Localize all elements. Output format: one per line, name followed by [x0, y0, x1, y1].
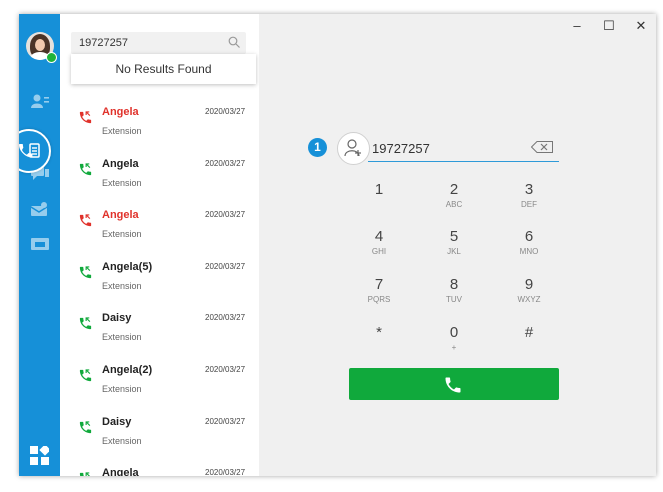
received-call-icon	[79, 472, 90, 476]
close-button[interactable]: ✕	[633, 18, 649, 34]
caller-name: Daisy	[102, 312, 132, 325]
sidebar	[19, 14, 60, 476]
dial-key-digit: #	[524, 324, 534, 341]
search-icon[interactable]	[228, 36, 240, 48]
dial-key-digit: 2	[449, 181, 459, 198]
call-list-item[interactable]: Daisy 2020/03/27 Extension	[60, 411, 259, 463]
call-button[interactable]	[349, 368, 559, 400]
call-list-item[interactable]: Daisy 2020/03/27 Extension	[60, 307, 259, 359]
received-call-icon	[79, 317, 92, 330]
dial-key-digit: 8	[449, 276, 459, 293]
conference-icon[interactable]	[31, 238, 49, 252]
received-call-icon	[79, 420, 92, 433]
dial-key-letters: PQRS	[367, 295, 391, 304]
dial-key-letters: JKL	[447, 247, 461, 256]
dial-key-digit: 0	[449, 324, 459, 341]
call-type: Extension	[102, 435, 142, 446]
apps-icon[interactable]	[30, 446, 49, 465]
dial-key-letters: DEF	[521, 200, 537, 209]
add-contact-icon	[344, 139, 361, 157]
call-date: 2020/03/27	[205, 365, 246, 374]
contacts-icon[interactable]	[31, 94, 49, 108]
call-list-item[interactable]: Angela2020/03/27Extension	[60, 462, 259, 476]
dial-number-input[interactable]	[372, 138, 522, 158]
dial-key[interactable]: 6 MNO	[501, 228, 557, 268]
dial-key-letters: WXYZ	[517, 295, 541, 304]
call-date: 2020/03/27	[205, 468, 246, 476]
app-window: No Results Found Angela 2020/03/27 Extensi…	[19, 14, 656, 476]
call-list-item[interactable]: Angela 2020/03/27 Extension	[60, 101, 259, 153]
call-date: 2020/03/27	[205, 210, 246, 220]
dial-key-digit: 4	[374, 228, 384, 245]
dial-key-letters: ABC	[445, 200, 463, 209]
missed-call-icon	[79, 214, 92, 227]
dial-key-digit: 3	[524, 181, 534, 198]
call-type: Extension	[102, 280, 142, 291]
caller-name: Angela(5)	[102, 260, 153, 273]
call-list-item[interactable]: Angela(5) 2020/03/27 Extension	[60, 256, 259, 308]
call-type: Extension	[102, 177, 142, 188]
search-box	[71, 32, 246, 54]
online-status-icon	[46, 52, 57, 63]
dial-key-letters: +	[451, 343, 457, 352]
avatar-face	[35, 39, 45, 51]
call-history-panel: No Results Found Angela 2020/03/27 Extensi…	[60, 14, 259, 476]
dial-key-digit: 5	[449, 228, 459, 245]
call-list-item[interactable]: Angela 2020/03/27 Extension	[60, 153, 259, 205]
dial-key-letters: GHI	[371, 247, 387, 256]
caller-name: Angela	[102, 106, 139, 118]
dial-key[interactable]: 4 GHI	[351, 228, 407, 268]
call-list-item[interactable]: Angela(2) 2020/03/27 Extension	[60, 359, 259, 411]
dialer-panel: – ☐ ✕ 1 1 2 ABC 3 DEF 4 GHI 5 JKL 6 MNO 7 PQRS 8 TUV 9 W…	[259, 14, 656, 476]
no-results-popup: No Results Found	[71, 54, 256, 84]
phone-icon	[445, 377, 461, 393]
call-date: 2020/03/27	[205, 158, 246, 168]
call-date: 2020/03/27	[205, 107, 246, 116]
call-date: 2020/03/27	[205, 261, 246, 271]
step-badge: 1	[308, 138, 327, 157]
missed-call-icon	[79, 111, 92, 124]
caller-name: Angela	[102, 157, 139, 170]
dial-key-digit: 1	[374, 181, 384, 198]
dial-key[interactable]: 5 JKL	[426, 228, 482, 268]
call-type: Extension	[102, 126, 142, 136]
add-contact-button[interactable]	[337, 132, 370, 165]
dial-key[interactable]: 1	[351, 181, 407, 221]
maximize-button[interactable]: ☐	[601, 18, 617, 34]
minimize-button[interactable]: –	[569, 18, 585, 34]
dial-key[interactable]: 9 WXYZ	[501, 276, 557, 316]
search-input[interactable]	[79, 32, 219, 54]
dial-key-digit: 7	[374, 276, 384, 293]
dial-key[interactable]: *	[351, 324, 407, 364]
voicemail-icon[interactable]	[31, 202, 49, 216]
dial-key[interactable]: 3 DEF	[501, 181, 557, 221]
call-list-item[interactable]: Angela 2020/03/27 Extension	[60, 204, 259, 256]
dial-key[interactable]: #	[501, 324, 557, 364]
caller-name: Angela	[102, 209, 139, 222]
dial-key[interactable]: 2 ABC	[426, 181, 482, 221]
backspace-icon[interactable]	[531, 141, 553, 153]
dial-key-digit: 6	[524, 228, 534, 245]
dial-key-digit: *	[376, 324, 382, 341]
caller-name: Daisy	[102, 415, 132, 428]
call-date: 2020/03/27	[205, 416, 246, 426]
caller-name: Angela	[102, 467, 139, 476]
call-type: Extension	[102, 229, 142, 240]
dial-key-letters: MNO	[519, 247, 539, 256]
dial-key[interactable]: 7 PQRS	[351, 276, 407, 316]
call-history-icon	[19, 143, 40, 158]
number-underline	[368, 161, 559, 162]
call-type: Extension	[102, 332, 142, 343]
received-call-icon	[79, 162, 92, 175]
dial-key[interactable]: 8 TUV	[426, 276, 482, 316]
dial-key-letters: TUV	[446, 295, 462, 304]
received-call-icon	[79, 266, 92, 278]
call-date: 2020/03/27	[205, 313, 246, 323]
caller-name: Angela(2)	[102, 364, 153, 376]
received-call-icon	[79, 369, 92, 382]
call-type: Extension	[102, 384, 142, 394]
dial-key-digit: 9	[524, 276, 534, 293]
dial-key[interactable]: 0 +	[426, 324, 482, 364]
